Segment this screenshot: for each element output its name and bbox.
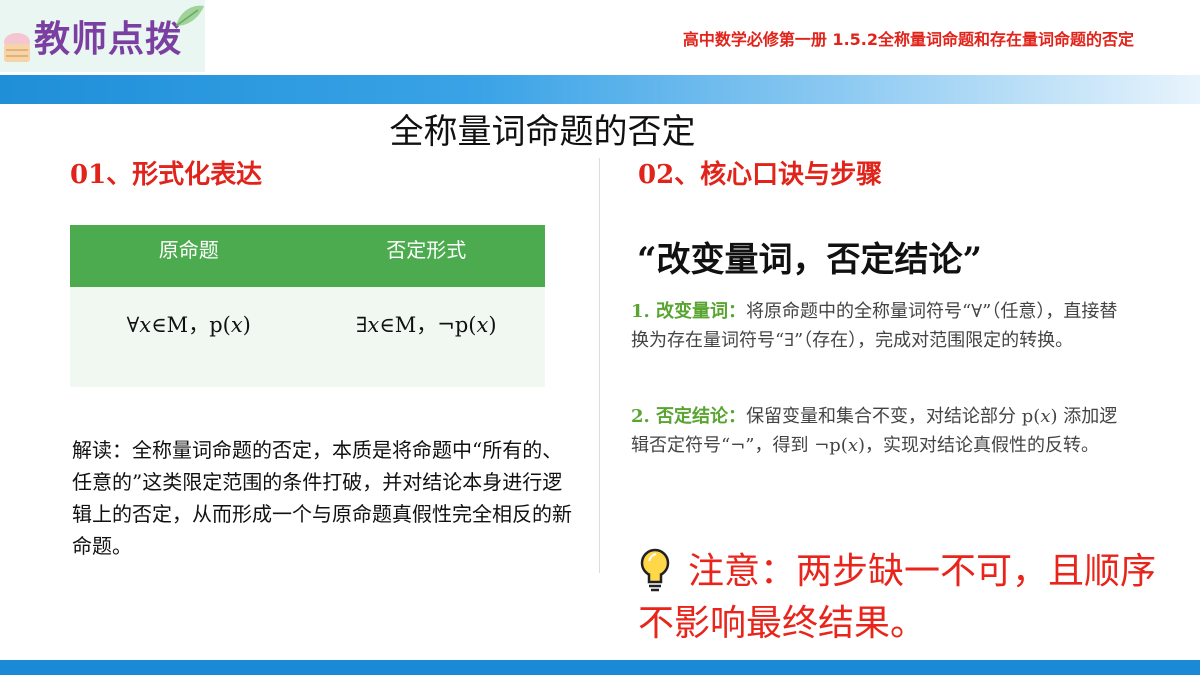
step-2: 2. 否定结论：保留变量和集合不变，对结论部分 p(𝑥) 添加逻辑否定符号“¬”… [631,402,1131,460]
header-band [0,75,1200,104]
column-divider [599,158,600,573]
slide-title: 全称量词命题的否定 [389,112,696,152]
explanation-text: 解读：全称量词命题的否定，本质是将命题中“所有的、任意的”这类限定范围的条件打破… [72,438,572,558]
yarn-basket-icon [4,33,30,62]
step-1-label: 1. 改变量词： [631,301,747,322]
formal-table: 原命题 否定形式 ∀𝑥∈M，p(𝑥) ∃𝑥∈M，¬p(𝑥) [70,225,545,387]
table-header-original: 原命题 [158,238,219,262]
logo-text: 教师点拨 [34,19,183,60]
leaf-icon [175,5,204,27]
book-title: 高中数学必修第一册 1.5.2全称量词命题和存在量词命题的否定 [682,30,1134,49]
section-heading-formal: 01、形式化表达 [70,160,263,190]
note-text: 注意：两步缺一不可，且顺序不影响最终结果。 [638,551,1157,644]
slogan: “改变量词，否定结论” [637,240,983,280]
table-header-row: 原命题 否定形式 [70,225,545,287]
step-1: 1. 改变量词：将原命题中的全称量词符号“∀”（任意），直接替换为存在量词符号“… [631,297,1131,355]
footer-band [0,660,1200,675]
step-2-label: 2. 否定结论： [631,406,747,427]
table-cell-original: ∀𝑥∈M，p(𝑥) [126,313,251,337]
table-header-negation: 否定形式 [386,238,467,262]
table-row: ∀𝑥∈M，p(𝑥) ∃𝑥∈M，¬p(𝑥) [70,287,545,387]
section-heading-steps: 02、核心口诀与步骤 [638,160,883,190]
logo-area: 教师点拨 [0,0,205,72]
table-cell-negation: ∃𝑥∈M，¬p(𝑥) [355,313,497,337]
